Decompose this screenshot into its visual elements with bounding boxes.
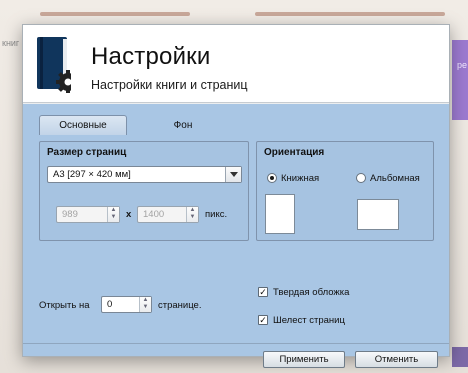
open-on-page-field[interactable]: 0 ▲ ▼ (101, 296, 152, 313)
page-size-select[interactable]: А3 [297 × 420 мм] (47, 166, 242, 183)
page-size-group-title: Размер страниц (47, 147, 127, 158)
page-size-selected-value: А3 [297 × 420 мм] (53, 169, 131, 180)
dialog-header: Настройки Настройки книги и страниц (23, 25, 449, 103)
page-height-field[interactable]: 1400 ▲ ▼ (137, 206, 199, 223)
tab-general[interactable]: Основные (39, 115, 127, 135)
book-settings-icon (37, 37, 71, 93)
hard-cover-checkbox[interactable]: ✓ (258, 287, 268, 297)
portrait-radio[interactable] (267, 173, 277, 183)
page-width-stepper[interactable]: ▲ ▼ (107, 207, 119, 222)
apply-button[interactable]: Применить (263, 351, 345, 368)
background-stripe (40, 12, 190, 16)
landscape-preview (357, 199, 399, 230)
landscape-label[interactable]: Альбомная (370, 173, 420, 184)
background-right-text: ре (456, 60, 467, 70)
background-side-text: книг (2, 38, 20, 48)
page-height-stepper[interactable]: ▲ ▼ (186, 207, 198, 222)
open-on-suffix: странице. (158, 300, 202, 311)
landscape-radio[interactable] (356, 173, 366, 183)
size-unit-label: пикс. (205, 209, 228, 220)
background-stripe (255, 12, 445, 16)
cancel-button[interactable]: Отменить (355, 351, 438, 368)
open-on-page-value: 0 (107, 299, 113, 310)
tab-background[interactable]: Фон (131, 115, 235, 135)
page-width-value: 989 (62, 209, 78, 220)
portrait-label[interactable]: Книжная (281, 173, 319, 184)
hard-cover-label[interactable]: Твердая обложка (273, 287, 349, 298)
page-height-value: 1400 (143, 209, 165, 220)
background-bottom-tab (452, 347, 468, 367)
footer-divider (23, 343, 449, 344)
page-flip-sound-checkbox[interactable]: ✓ (258, 315, 268, 325)
page-flip-sound-label[interactable]: Шелест страниц (273, 315, 345, 326)
background-right-panel (452, 40, 468, 120)
size-separator: x (126, 209, 132, 220)
dialog-title: Настройки (91, 43, 211, 70)
page-width-field[interactable]: 989 ▲ ▼ (56, 206, 120, 223)
orientation-group: Ориентация Книжная Альбомная (256, 141, 434, 241)
portrait-preview (265, 194, 295, 234)
orientation-group-title: Ориентация (264, 147, 325, 158)
settings-dialog: Настройки Настройки книги и страниц Осно… (22, 24, 450, 368)
open-on-page-stepper[interactable]: ▲ ▼ (139, 297, 151, 312)
page-size-group: Размер страниц А3 [297 × 420 мм] 989 ▲ ▼ … (39, 141, 249, 241)
open-on-label: Открыть на (39, 300, 90, 311)
chevron-down-icon[interactable] (225, 167, 241, 182)
dialog-subtitle: Настройки книги и страниц (91, 78, 248, 92)
dialog-content: Основные Фон Размер страниц А3 [297 × 42… (23, 104, 449, 368)
